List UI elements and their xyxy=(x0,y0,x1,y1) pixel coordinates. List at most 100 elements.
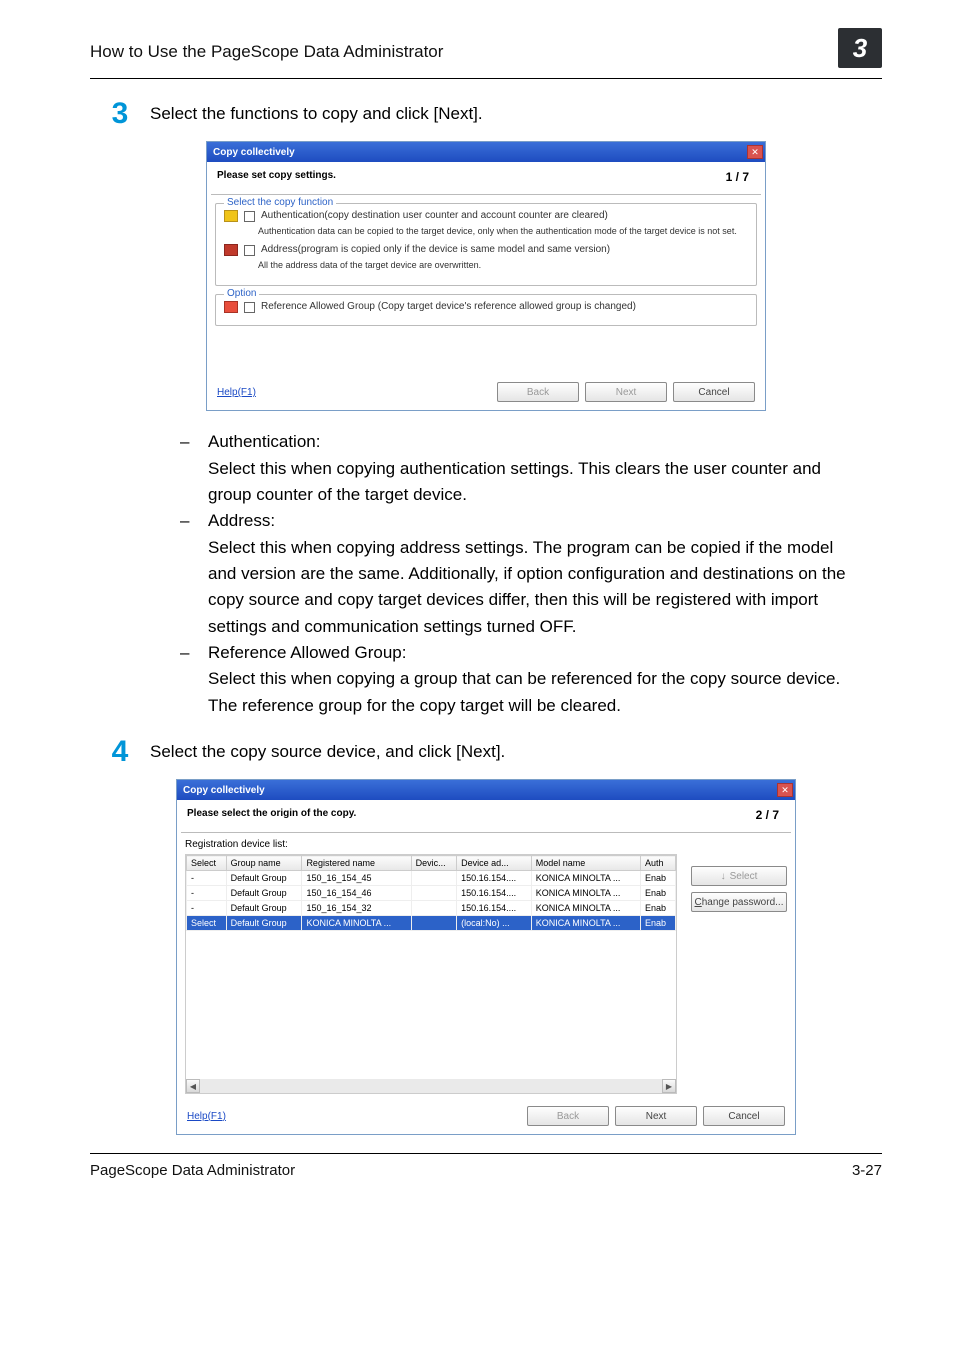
table-row[interactable]: - Default Group 150_16_154_45 150.16.154… xyxy=(187,871,676,886)
cancel-button[interactable]: Cancel xyxy=(673,382,755,402)
bullet-addr-desc: Select this when copying address setting… xyxy=(208,535,862,640)
cell: Default Group xyxy=(226,916,302,931)
cell xyxy=(411,916,456,931)
cell: 150_16_154_32 xyxy=(302,901,411,916)
table-row[interactable]: - Default Group 150_16_154_46 150.16.154… xyxy=(187,886,676,901)
cell: Select xyxy=(187,916,227,931)
col-auth[interactable]: Auth xyxy=(640,856,675,871)
dialog-2-title: Copy collectively xyxy=(183,785,265,796)
chapter-number: 3 xyxy=(853,33,867,64)
cell: Enab xyxy=(640,901,675,916)
next-button[interactable]: Next xyxy=(615,1106,697,1126)
step-4-text: Select the copy source device, and click… xyxy=(150,735,882,767)
step-3-text: Select the functions to copy and click [… xyxy=(150,97,882,129)
step-3-number: 3 xyxy=(90,97,150,129)
select-copy-function-legend: Select the copy function xyxy=(224,197,336,208)
dialog-2-titlebar: Copy collectively ✕ xyxy=(177,780,795,800)
bullet-dash: – xyxy=(180,508,208,640)
device-list-table[interactable]: Select Group name Registered name Devic.… xyxy=(185,854,677,1094)
cell: KONICA MINOLTA ... xyxy=(531,901,640,916)
table-row-selected[interactable]: Select Default Group KONICA MINOLTA ... … xyxy=(187,916,676,931)
cell: Default Group xyxy=(226,871,302,886)
bullet-addr-head: Address: xyxy=(208,508,862,534)
reference-group-checkbox[interactable] xyxy=(244,302,255,313)
cell: KONICA MINOLTA ... xyxy=(531,916,640,931)
address-icon xyxy=(224,244,238,256)
address-note: All the address data of the target devic… xyxy=(258,260,748,272)
authentication-checkbox[interactable] xyxy=(244,211,255,222)
col-device-address[interactable]: Device ad... xyxy=(457,856,532,871)
authentication-checkbox-label: Authentication(copy destination user cou… xyxy=(261,210,608,221)
bullet-auth-head: Authentication: xyxy=(208,429,862,455)
change-password-button[interactable]: Change password... xyxy=(691,892,787,912)
cell: KONICA MINOLTA ... xyxy=(302,916,411,931)
cell: - xyxy=(187,901,227,916)
cell: 150_16_154_45 xyxy=(302,871,411,886)
select-copy-function-group: Select the copy function Authentication(… xyxy=(215,203,757,286)
bullet-ref-desc: Select this when copying a group that ca… xyxy=(208,666,862,719)
cell: Default Group xyxy=(226,901,302,916)
auth-icon xyxy=(224,210,238,222)
dialog-1-step-count: 1 / 7 xyxy=(726,170,755,184)
dialog-2-instruction: Please select the origin of the copy. xyxy=(187,808,356,822)
dialog-1-titlebar: Copy collectively ✕ xyxy=(207,142,765,162)
footer-product-name: PageScope Data Administrator xyxy=(90,1162,295,1179)
cell: (local:No) ... xyxy=(457,916,532,931)
scroll-left-arrow-icon[interactable]: ◀ xyxy=(186,1079,200,1093)
back-button[interactable]: Back xyxy=(497,382,579,402)
horizontal-scrollbar[interactable]: ◀ ▶ xyxy=(186,1079,676,1093)
address-checkbox-label: Address(program is copied only if the de… xyxy=(261,244,610,255)
help-link[interactable]: Help(F1) xyxy=(217,387,256,398)
cell: KONICA MINOLTA ... xyxy=(531,871,640,886)
back-button[interactable]: Back xyxy=(527,1106,609,1126)
select-button-label: Select xyxy=(730,871,758,882)
bullet-auth-desc: Select this when copying authentication … xyxy=(208,456,862,509)
close-icon[interactable]: ✕ xyxy=(747,145,763,159)
cell xyxy=(411,901,456,916)
cell: KONICA MINOLTA ... xyxy=(531,886,640,901)
option-legend: Option xyxy=(224,288,259,299)
cell: 150_16_154_46 xyxy=(302,886,411,901)
cell: Enab xyxy=(640,916,675,931)
next-button[interactable]: Next xyxy=(585,382,667,402)
cell: 150.16.154.... xyxy=(457,886,532,901)
cell: Enab xyxy=(640,871,675,886)
cell: Default Group xyxy=(226,886,302,901)
option-group: Option Reference Allowed Group (Copy tar… xyxy=(215,294,757,326)
col-registered-name[interactable]: Registered name xyxy=(302,856,411,871)
col-device[interactable]: Devic... xyxy=(411,856,456,871)
copy-collectively-dialog-2: Copy collectively ✕ Please select the or… xyxy=(176,779,796,1135)
dialog-2-step-count: 2 / 7 xyxy=(756,808,785,822)
col-model-name[interactable]: Model name xyxy=(531,856,640,871)
col-group-name[interactable]: Group name xyxy=(226,856,302,871)
change-password-label: hange password... xyxy=(702,897,784,908)
dialog-1-title: Copy collectively xyxy=(213,147,295,158)
scroll-right-arrow-icon[interactable]: ▶ xyxy=(662,1079,676,1093)
close-icon[interactable]: ✕ xyxy=(777,783,793,797)
select-button[interactable]: ↓ Select xyxy=(691,866,787,886)
reference-group-checkbox-label: Reference Allowed Group (Copy target dev… xyxy=(261,301,636,312)
cell xyxy=(411,871,456,886)
address-checkbox[interactable] xyxy=(244,245,255,256)
bullet-ref-head: Reference Allowed Group: xyxy=(208,640,862,666)
table-row[interactable]: - Default Group 150_16_154_32 150.16.154… xyxy=(187,901,676,916)
chapter-number-box: 3 xyxy=(838,28,882,68)
bullet-dash: – xyxy=(180,640,208,719)
cell: - xyxy=(187,886,227,901)
page-header-title: How to Use the PageScope Data Administra… xyxy=(90,42,443,62)
reference-group-icon xyxy=(224,301,238,313)
cell: 150.16.154.... xyxy=(457,901,532,916)
cancel-button[interactable]: Cancel xyxy=(703,1106,785,1126)
cell xyxy=(411,886,456,901)
arrow-down-icon: ↓ xyxy=(721,871,726,882)
dialog-1-instruction: Please set copy settings. xyxy=(217,170,336,184)
step-4-number: 4 xyxy=(90,735,150,767)
footer-page-number: 3-27 xyxy=(852,1162,882,1179)
bullet-dash: – xyxy=(180,429,208,508)
help-link[interactable]: Help(F1) xyxy=(187,1111,226,1122)
cell: Enab xyxy=(640,886,675,901)
registration-device-list-label: Registration device list: xyxy=(177,833,795,850)
cell: 150.16.154.... xyxy=(457,871,532,886)
col-select[interactable]: Select xyxy=(187,856,227,871)
authentication-note: Authentication data can be copied to the… xyxy=(258,226,748,238)
